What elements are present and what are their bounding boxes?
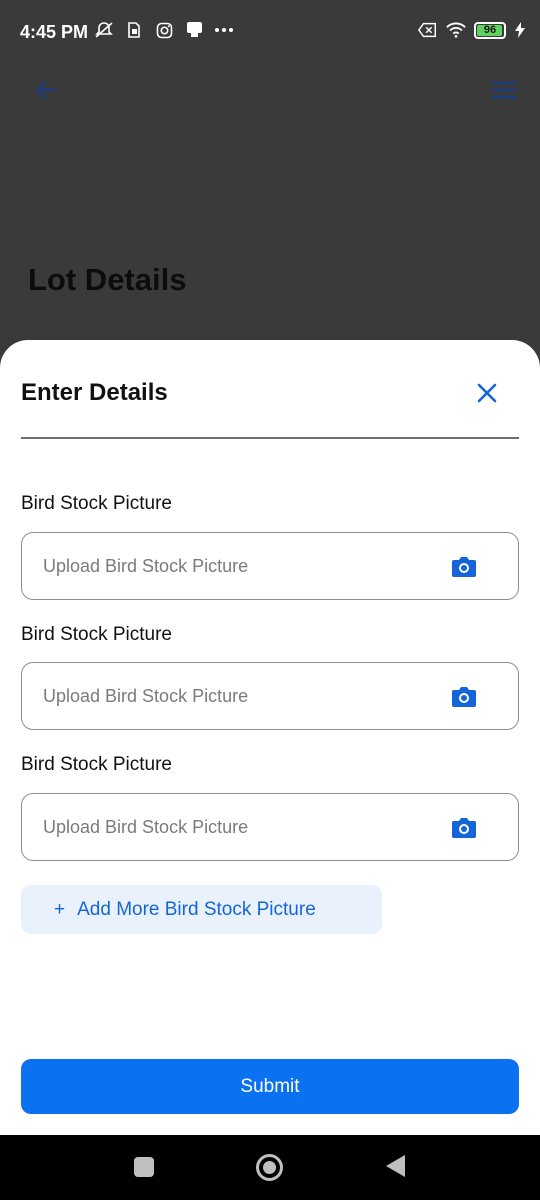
arrow-left-icon	[36, 81, 57, 99]
instagram-icon	[154, 20, 174, 40]
plus-icon: +	[54, 898, 66, 920]
sim-icon	[124, 20, 144, 40]
status-icons-right: 96	[418, 20, 526, 40]
bottom-sheet: Enter Details Bird Stock Picture Upload …	[0, 340, 540, 1135]
status-icons-left	[94, 20, 234, 40]
back-triangle-icon[interactable]	[386, 1155, 405, 1177]
upload-placeholder: Upload Bird Stock Picture	[43, 555, 249, 576]
camera-icon[interactable]	[450, 553, 478, 581]
camera-icon[interactable]	[450, 814, 478, 842]
submit-button[interactable]: Submit	[21, 1059, 519, 1114]
upload-field[interactable]: Upload Bird Stock Picture	[21, 662, 519, 730]
home-circle-inner	[263, 1161, 276, 1174]
battery-icon: 96	[474, 21, 506, 39]
status-bar: 4:45 PM 96	[0, 0, 540, 64]
close-button[interactable]	[474, 380, 500, 406]
recents-square-icon[interactable]	[134, 1157, 154, 1177]
sheet-title: Enter Details	[21, 379, 168, 406]
battery-level: 96	[483, 24, 497, 36]
menu-button[interactable]	[488, 74, 520, 106]
mute-icon	[94, 20, 114, 40]
charging-icon	[514, 20, 526, 40]
upload-placeholder: Upload Bird Stock Picture	[43, 816, 249, 837]
add-more-button[interactable]: + Add More Bird Stock Picture	[21, 885, 382, 934]
close-icon	[477, 383, 497, 403]
divider	[21, 437, 519, 439]
page-title: Lot Details	[28, 262, 187, 297]
upload-placeholder: Upload Bird Stock Picture	[43, 685, 249, 706]
upload-field[interactable]: Upload Bird Stock Picture	[21, 532, 519, 600]
hamburger-menu-icon	[491, 81, 517, 99]
upload-field[interactable]: Upload Bird Stock Picture	[21, 793, 519, 861]
back-button[interactable]	[30, 74, 62, 106]
submit-label: Submit	[240, 1075, 300, 1097]
more-dots-icon	[214, 20, 234, 40]
field-label: Bird Stock Picture	[21, 754, 172, 775]
add-more-label: Add More Bird Stock Picture	[77, 898, 316, 920]
camera-icon[interactable]	[450, 683, 478, 711]
app-bar	[0, 64, 540, 120]
system-nav-bar	[0, 1135, 540, 1200]
field-label: Bird Stock Picture	[21, 624, 172, 645]
notification-icon	[184, 20, 204, 40]
wifi-icon	[446, 20, 466, 40]
status-time: 4:45 PM	[20, 22, 89, 42]
field-label: Bird Stock Picture	[21, 493, 172, 514]
sim-off-icon	[418, 20, 438, 40]
home-circle-icon[interactable]	[256, 1154, 283, 1181]
